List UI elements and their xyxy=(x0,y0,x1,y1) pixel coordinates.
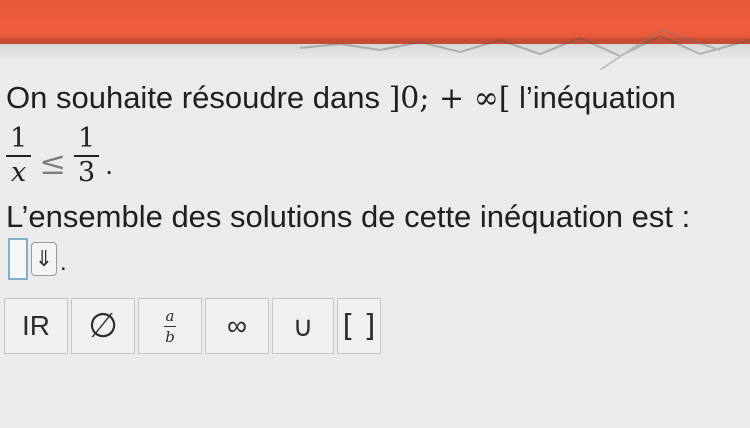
solution-prompt: L’ensemble des solutions de cette inéqua… xyxy=(6,199,691,234)
key-union[interactable]: ∪ xyxy=(272,298,334,354)
answer-period: . xyxy=(60,249,67,276)
lhs-denominator: x xyxy=(10,157,27,188)
math-keypad: IR ∅ a b ∞ ∪ [ ] xyxy=(4,298,384,356)
fraction-icon: a b xyxy=(164,308,176,345)
lhs-fraction: 1 x xyxy=(6,123,32,188)
question-prefix: On souhaite résoudre dans xyxy=(6,80,389,115)
key-fraction[interactable]: a b xyxy=(138,298,202,354)
inequality-period: . xyxy=(105,149,113,180)
key-infinity[interactable]: ∞ xyxy=(205,298,269,354)
fraction-icon-num: a xyxy=(165,306,175,325)
relation-symbol: ≤ xyxy=(39,144,66,182)
key-empty-set[interactable]: ∅ xyxy=(71,298,135,354)
rhs-fraction: 1 3 xyxy=(74,123,100,188)
lhs-numerator: 1 xyxy=(10,123,28,154)
question-text: On souhaite résoudre dans ]0; + ∞[ l’iné… xyxy=(6,78,746,119)
rhs-denominator: 3 xyxy=(78,157,96,188)
fraction-icon-bar xyxy=(164,325,176,327)
dropdown-arrow-icon[interactable]: ⇓ xyxy=(31,242,57,276)
rhs-numerator: 1 xyxy=(78,123,96,154)
banner-decoration xyxy=(300,30,750,70)
answer-area: ⇓ . xyxy=(8,237,67,281)
inequality: 1 x ≤ 1 3 . xyxy=(6,122,113,190)
question-suffix: l’inéquation xyxy=(510,80,676,115)
answer-input[interactable] xyxy=(8,238,28,280)
fraction-icon-den: b xyxy=(165,327,175,346)
key-real-numbers[interactable]: IR xyxy=(4,298,68,354)
domain-interval: ]0; + ∞[ xyxy=(388,81,511,116)
key-brackets[interactable]: [ ] xyxy=(337,298,381,354)
